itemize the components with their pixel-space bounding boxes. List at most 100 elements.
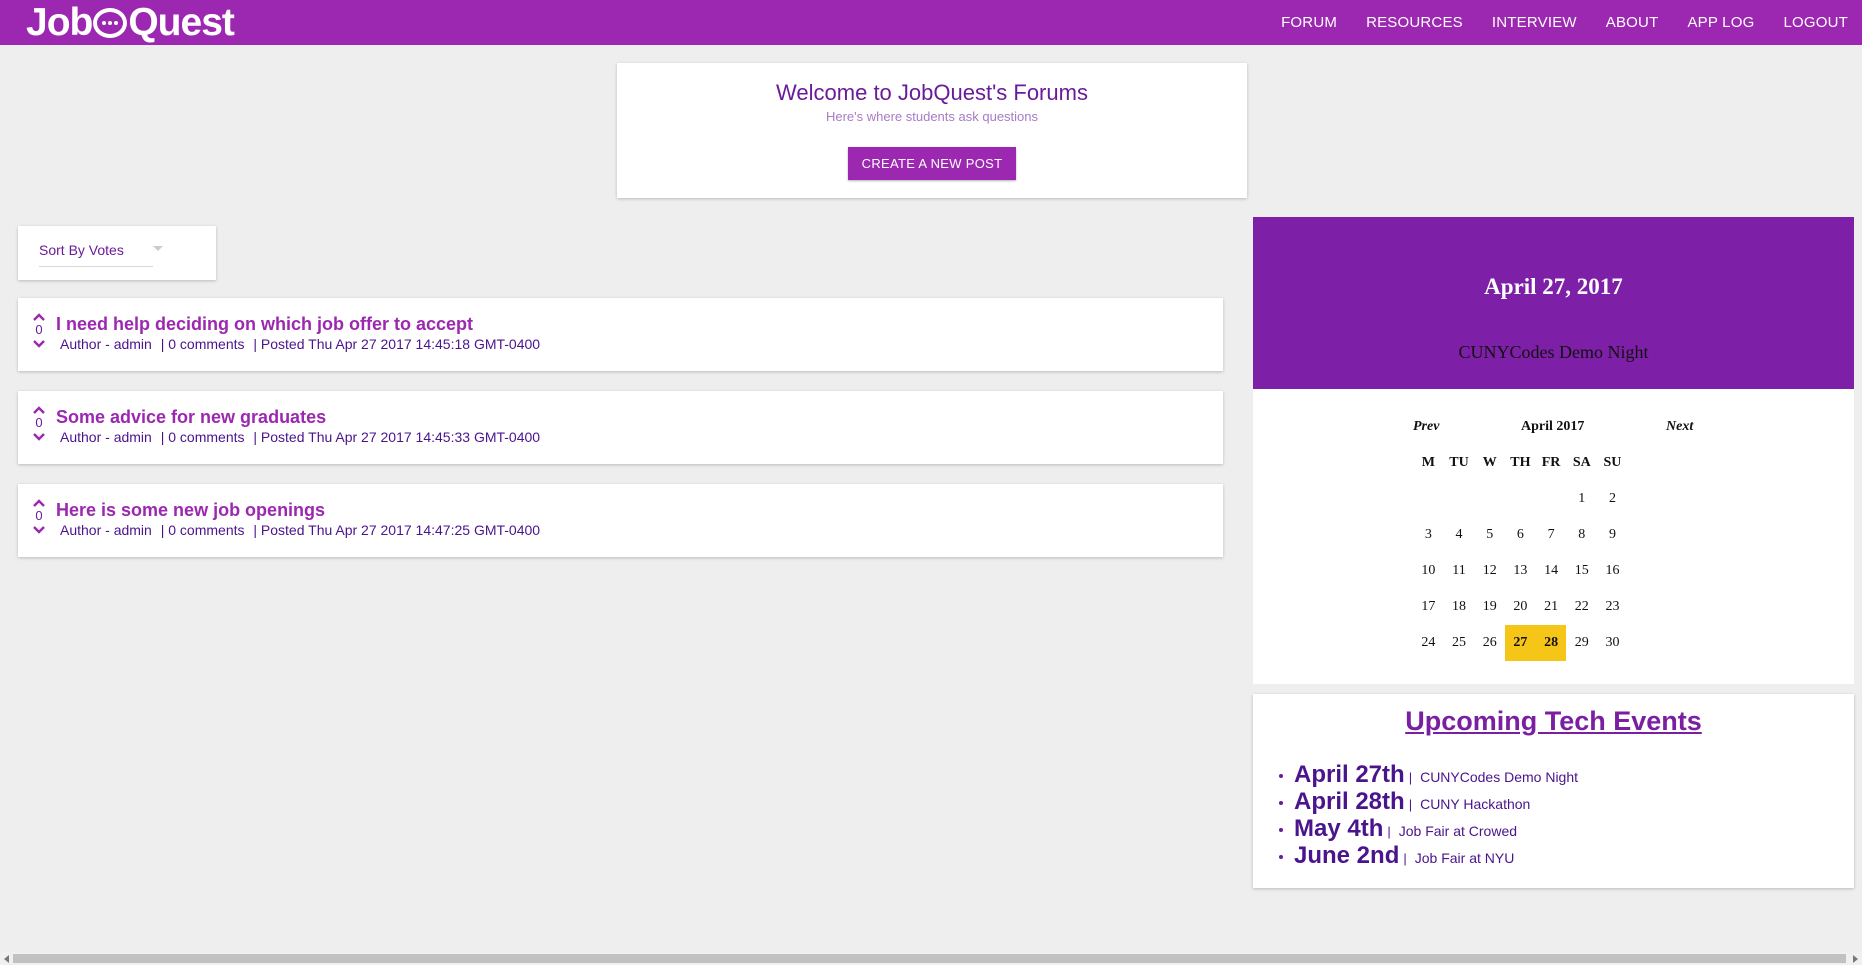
calendar-day[interactable]: 7	[1536, 517, 1567, 553]
chevron-down-icon[interactable]	[32, 339, 46, 349]
post-title[interactable]: I need help deciding on which job offer …	[56, 314, 473, 335]
post-title[interactable]: Here is some new job openings	[56, 500, 325, 521]
calendar-day[interactable]: 1	[1566, 481, 1597, 517]
calendar-day[interactable]: 10	[1413, 553, 1444, 589]
nav-about[interactable]: ABOUT	[1606, 14, 1659, 31]
calendar-day[interactable]: 16	[1597, 553, 1628, 589]
calendar-week-row: 3456789	[1413, 517, 1628, 553]
post-title[interactable]: Some advice for new graduates	[56, 407, 326, 428]
calendar-next-button[interactable]: Next	[1666, 419, 1693, 435]
event-separator: |	[1408, 770, 1413, 785]
calendar-weekday: M	[1421, 455, 1435, 470]
calendar-weekday: SU	[1603, 455, 1622, 470]
scroll-right-icon[interactable]	[1853, 955, 1858, 963]
chevron-down-icon[interactable]	[32, 525, 46, 535]
calendar: Prev April 2017 Next M TU W TH FR SA SU 1 2 3 4 5 6 7…	[1253, 389, 1854, 684]
create-post-button[interactable]: CREATE A NEW POST	[847, 147, 1017, 180]
post-date: | Posted Thu Apr 27 2017 14:47:25 GMT-04…	[253, 522, 541, 538]
upcoming-events-title[interactable]: Upcoming Tech Events	[1253, 694, 1854, 737]
calendar-weekday-row: M TU W TH FR SA SU	[1413, 445, 1628, 481]
chevron-up-icon[interactable]	[32, 498, 46, 508]
calendar-weekday: W	[1482, 455, 1497, 470]
upcoming-events-card: Upcoming Tech Events April 27th | CUNYCo…	[1253, 694, 1854, 888]
nav-forum[interactable]: FORUM	[1281, 14, 1337, 31]
event-name[interactable]: CUNYCodes Demo Night	[1420, 769, 1578, 785]
post-author: Author - admin	[60, 522, 152, 538]
post-date: | Posted Thu Apr 27 2017 14:45:33 GMT-04…	[253, 429, 541, 445]
scrollbar-thumb[interactable]	[13, 954, 1846, 963]
calendar-day[interactable]: 19	[1474, 589, 1505, 625]
event-name[interactable]: Job Fair at NYU	[1415, 850, 1515, 866]
bullet-icon	[1279, 828, 1283, 832]
nav-interview[interactable]: INTERVIEW	[1492, 14, 1577, 31]
calendar-prev-button[interactable]: Prev	[1413, 419, 1439, 435]
sort-select[interactable]: Sort By Votes	[39, 242, 163, 267]
calendar-day[interactable]: 27	[1505, 625, 1536, 661]
logo-text-right: Quest	[128, 1, 235, 44]
post-meta: Author - admin | 0 comments | Posted Thu…	[60, 429, 545, 445]
jobquest-logo[interactable]: Job Quest	[26, 0, 235, 45]
post-comments[interactable]: | 0 comments	[161, 336, 245, 352]
event-date: May 4th	[1294, 815, 1384, 842]
nav-logout[interactable]: LOGOUT	[1783, 14, 1848, 31]
post-comments[interactable]: | 0 comments	[161, 522, 245, 538]
calendar-day[interactable]: 22	[1566, 589, 1597, 625]
vote-count: 0	[35, 508, 43, 523]
post-card: 0 Here is some new job openings Author -…	[18, 484, 1223, 557]
calendar-day[interactable]: 21	[1536, 589, 1567, 625]
chat-bubble-icon	[93, 7, 128, 38]
post-meta: Author - admin | 0 comments | Posted Thu…	[60, 336, 545, 352]
event-banner-date: April 27, 2017	[1484, 274, 1623, 299]
calendar-day[interactable]: 18	[1444, 589, 1475, 625]
page-title: Welcome to JobQuest's Forums	[776, 80, 1088, 105]
calendar-day[interactable]: 20	[1505, 589, 1536, 625]
calendar-day[interactable]: 2	[1597, 481, 1628, 517]
event-name[interactable]: Job Fair at Crowed	[1399, 823, 1517, 839]
chevron-up-icon[interactable]	[32, 405, 46, 415]
bullet-icon	[1279, 774, 1283, 778]
chevron-down-icon[interactable]	[32, 432, 46, 442]
calendar-day[interactable]: 15	[1566, 553, 1597, 589]
nav-resources[interactable]: RESOURCES	[1366, 14, 1463, 31]
calendar-day[interactable]: 6	[1505, 517, 1536, 553]
calendar-day[interactable]: 28	[1535, 625, 1567, 661]
calendar-day[interactable]: 12	[1474, 553, 1505, 589]
calendar-day[interactable]: 29	[1566, 625, 1597, 661]
calendar-empty-cell	[1444, 481, 1475, 517]
list-item: May 4th | Job Fair at Crowed	[1279, 815, 1854, 842]
calendar-weekday: SA	[1572, 455, 1591, 470]
welcome-card: Welcome to JobQuest's Forums Here's wher…	[617, 63, 1247, 198]
calendar-empty-cell	[1413, 481, 1444, 517]
calendar-day[interactable]: 13	[1505, 553, 1536, 589]
calendar-day[interactable]: 25	[1444, 625, 1475, 661]
nav-app-log[interactable]: APP LOG	[1687, 14, 1754, 31]
post-comments[interactable]: | 0 comments	[161, 429, 245, 445]
calendar-day[interactable]: 5	[1474, 517, 1505, 553]
calendar-day[interactable]: 8	[1566, 517, 1597, 553]
list-item: April 27th | CUNYCodes Demo Night	[1279, 761, 1854, 788]
post-card: 0 Some advice for new graduates Author -…	[18, 391, 1223, 464]
post-card: 0 I need help deciding on which job offe…	[18, 298, 1223, 371]
sort-card: Sort By Votes	[18, 226, 216, 280]
calendar-empty-cell	[1505, 481, 1536, 517]
vote-control: 0	[32, 312, 46, 349]
calendar-day[interactable]: 24	[1413, 625, 1444, 661]
calendar-day[interactable]: 30	[1597, 625, 1628, 661]
chevron-up-icon[interactable]	[32, 312, 46, 322]
calendar-day[interactable]: 14	[1536, 553, 1567, 589]
calendar-day[interactable]: 3	[1413, 517, 1444, 553]
scroll-left-icon[interactable]	[4, 955, 9, 963]
calendar-day[interactable]: 17	[1413, 589, 1444, 625]
top-navbar: Job Quest FORUM RESOURCES INTERVIEW ABOU…	[0, 0, 1862, 45]
vote-control: 0	[32, 498, 46, 535]
calendar-empty-cell	[1474, 481, 1505, 517]
calendar-day[interactable]: 9	[1597, 517, 1628, 553]
vote-count: 0	[35, 415, 43, 430]
page-subtitle: Here's where students ask questions	[825, 109, 1039, 124]
event-name[interactable]: CUNY Hackathon	[1420, 796, 1530, 812]
calendar-day[interactable]: 26	[1474, 625, 1505, 661]
calendar-day[interactable]: 23	[1597, 589, 1628, 625]
calendar-day[interactable]: 11	[1444, 553, 1475, 589]
calendar-day[interactable]: 4	[1444, 517, 1475, 553]
horizontal-scrollbar[interactable]	[0, 952, 1862, 965]
